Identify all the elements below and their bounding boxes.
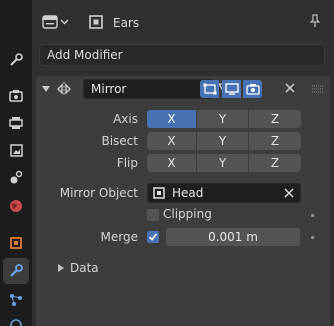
monitor-icon (224, 83, 239, 95)
particles-icon (10, 294, 22, 306)
properties-header: Ears (32, 0, 334, 40)
mirror-object-label: Mirror Object (59, 186, 138, 200)
viewport-display-toggle[interactable] (222, 80, 241, 98)
clipping-checkbox[interactable] (147, 209, 159, 221)
merge-label: Merge (100, 230, 138, 244)
flip-x-toggle[interactable]: X (147, 154, 197, 172)
modifier-tab[interactable] (3, 258, 29, 284)
camera-icon (245, 84, 260, 95)
tool-icon (10, 53, 23, 66)
flip-y-toggle[interactable]: Y (197, 154, 249, 172)
mirror-object-value: Head (172, 186, 204, 200)
object-tab[interactable] (3, 230, 29, 256)
properties-editor-icon (42, 15, 58, 29)
modifier-panel: Mirror Axis X Y Z Bisect X Y Z Flip X Y … (36, 76, 330, 326)
render-toggle[interactable] (243, 80, 262, 98)
mirror-modifier-icon (57, 82, 71, 96)
world-tab[interactable] (3, 193, 29, 219)
axis-label: Axis (113, 112, 138, 126)
clipping-label: Clipping (163, 207, 212, 221)
drag-handle-icon[interactable] (312, 85, 324, 93)
clear-icon[interactable] (284, 188, 294, 198)
render-icon (9, 90, 23, 102)
modifier-name-field[interactable]: Mirror (83, 79, 214, 99)
physics-icon (10, 319, 22, 326)
bisect-x-toggle[interactable]: X (147, 132, 197, 150)
properties-tab-strip (0, 0, 32, 326)
object-icon (153, 187, 165, 199)
clipping-animate-dot[interactable] (311, 214, 314, 217)
chevron-down-icon (60, 19, 69, 25)
edit-mode-icon (203, 83, 216, 95)
object-data-icon (89, 15, 103, 29)
edit-mode-toggle[interactable] (200, 80, 219, 98)
expand-arrow-icon[interactable] (58, 264, 64, 272)
bisect-y-toggle[interactable]: Y (197, 132, 249, 150)
mirror-object-field[interactable]: Head (147, 183, 301, 203)
bisect-toggle-group: X Y Z (147, 132, 301, 150)
bisect-label: Bisect (101, 134, 138, 148)
axis-x-toggle[interactable]: X (147, 110, 197, 128)
axis-toggle-group: X Y Z (147, 110, 301, 128)
flip-label: Flip (116, 156, 138, 170)
checkmark-icon (148, 233, 158, 241)
merge-checkbox[interactable] (147, 231, 159, 243)
object-icon (10, 237, 22, 249)
editor-type-menu[interactable] (42, 11, 75, 33)
modifier-panel-header: Mirror (36, 76, 330, 102)
tool-tab[interactable] (3, 47, 29, 73)
physics-tab[interactable] (3, 312, 29, 326)
output-icon (9, 117, 23, 129)
object-name: Ears (113, 16, 140, 30)
pin-icon[interactable] (308, 14, 322, 28)
view-layer-tab[interactable] (3, 137, 29, 163)
modifier-icon (10, 264, 23, 277)
world-icon (10, 200, 22, 212)
bisect-z-toggle[interactable]: Z (249, 132, 301, 150)
axis-z-toggle[interactable]: Z (249, 110, 301, 128)
merge-animate-dot[interactable] (311, 236, 314, 239)
flip-toggle-group: X Y Z (147, 154, 301, 172)
scene-icon (10, 170, 23, 184)
flip-z-toggle[interactable]: Z (249, 154, 301, 172)
add-modifier-button[interactable]: Add Modifier (39, 44, 325, 66)
output-tab[interactable] (3, 110, 29, 136)
collapse-arrow-icon[interactable] (42, 85, 50, 93)
scene-tab[interactable] (3, 164, 29, 190)
view-layer-icon (10, 144, 23, 157)
particles-tab[interactable] (3, 287, 29, 313)
data-subpanel-label[interactable]: Data (70, 261, 99, 275)
axis-y-toggle[interactable]: Y (197, 110, 249, 128)
merge-distance-field[interactable]: 0.001 m (166, 228, 300, 246)
render-tab[interactable] (3, 83, 29, 109)
close-icon[interactable] (284, 82, 296, 94)
